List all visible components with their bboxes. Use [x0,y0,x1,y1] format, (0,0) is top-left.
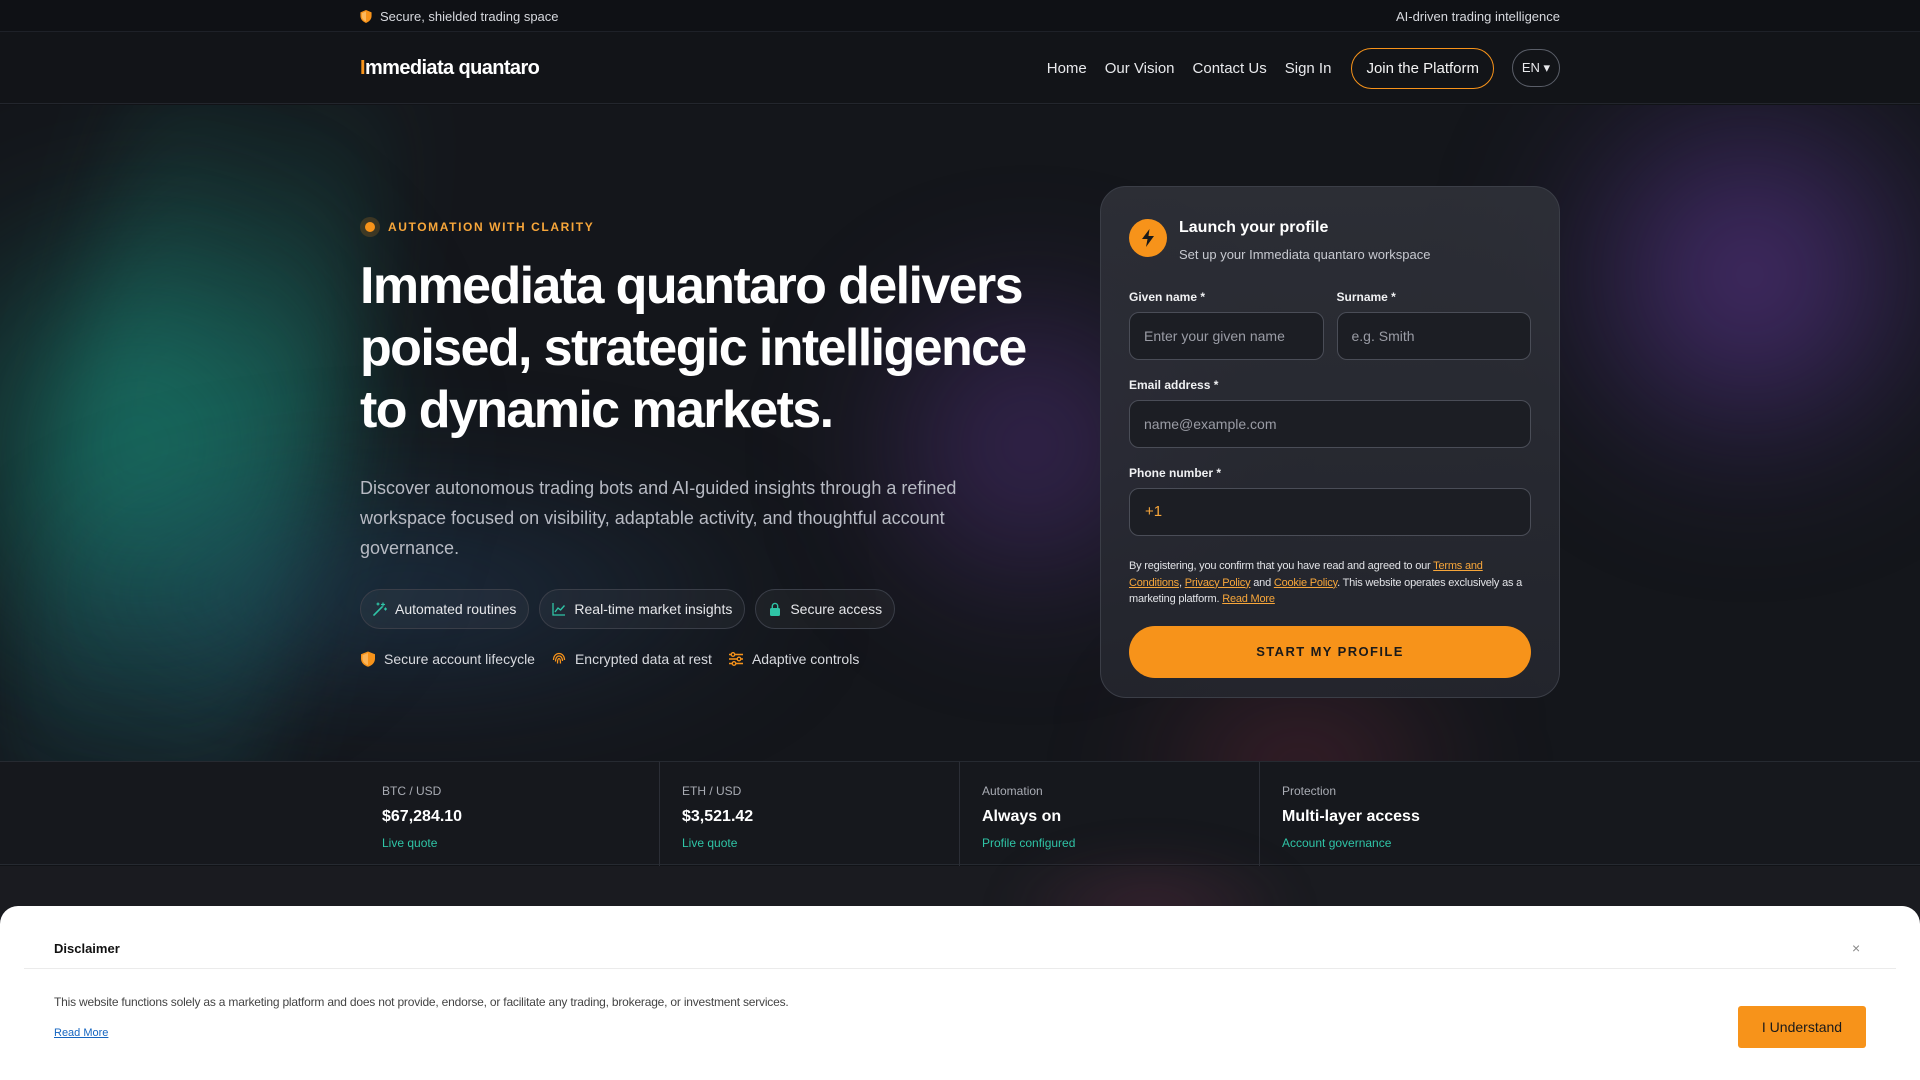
cookie-link[interactable]: Cookie Policy [1274,577,1337,589]
ticker-value: Always on [982,808,1062,825]
start-profile-button[interactable]: START MY PROFILE [1129,625,1531,678]
surname-label: Surname * [1336,290,1396,304]
ticker-note: Account governance [1282,836,1392,850]
email-input[interactable] [1129,400,1531,448]
chip-label: Real-time market insights [574,601,733,617]
nav-menu: Home Our Vision Contact Us Sign In Join … [1047,47,1560,89]
chip-market-insights: Real-time market insights [539,589,746,629]
disclaimer-banner: Disclaimer × This website functions sole… [0,906,1920,1080]
phone-field: +1 [1129,488,1531,536]
magic-wand-icon [373,602,387,616]
ticker-label: BTC / USD [382,784,442,798]
top-strip: Secure, shielded trading space AI-driven… [0,0,1920,32]
ticker-value: $3,521.42 [682,808,754,825]
nav-link-home[interactable]: Home [1047,60,1087,77]
lock-icon [770,602,781,616]
ticker-value: $67,284.10 [382,808,463,825]
hero-section: AUTOMATION WITH CLARITY Immediata quanta… [0,105,1920,761]
given-name-group: Given name * [1129,290,1324,360]
legal-prefix: By registering, you confirm that you hav… [1129,560,1434,572]
email-label: Email address * [1129,378,1219,392]
eyebrow: AUTOMATION WITH CLARITY [360,217,1080,237]
ticker-item: BTC / USD $67,284.10 Live quote [360,762,660,866]
sliders-icon [728,652,743,666]
surname-input[interactable] [1336,312,1531,360]
tagline: AI-driven trading intelligence [1395,8,1560,24]
brand-name: mmediata quantaro [364,56,540,79]
nav-link-sign-in[interactable]: Sign In [1285,60,1332,77]
shield-icon [361,651,375,667]
badge-label: Encrypted data at rest [574,651,712,667]
nav-link-our-vision[interactable]: Our Vision [1105,60,1175,77]
hero-glow-purple [1520,105,1920,505]
given-name-input[interactable] [1129,312,1324,360]
ticker-value: Multi-layer access [1282,808,1420,825]
badge-label: Adaptive controls [751,651,860,667]
ticker-label: Protection [1282,784,1337,798]
ticker-label: ETH / USD [682,784,742,798]
hero-headline: Immediata quantaro delivers poised, stra… [360,257,1027,439]
disclaimer-text: This website functions solely as a marke… [54,995,789,1009]
signup-card: Launch your profile Set up your Immediat… [1100,186,1560,698]
understand-button[interactable]: I Understand [1738,1006,1866,1048]
market-ticker: BTC / USD $67,284.10 Live quote ETH / US… [0,761,1920,866]
lightning-icon [1129,219,1167,257]
badge-secure-lifecycle: Secure account lifecycle [360,651,535,667]
badge-adaptive-controls: Adaptive controls [728,651,859,667]
ticker-item: Protection Multi-layer access Account go… [1260,762,1560,866]
shield-icon [360,9,372,23]
chip-label: Automated routines [395,601,517,617]
ticker-note: Live quote [682,836,738,850]
phone-label: Phone number * [1129,466,1222,480]
language-selector[interactable]: EN ▾ [1512,49,1560,87]
chip-secure-access: Secure access [755,589,896,629]
card-subtitle: Set up your Immediata quantaro workspace [1179,247,1431,262]
name-row: Given name * Surname * [1129,290,1531,360]
security-note: Secure, shielded trading space [360,9,559,24]
chip-automated-routines: Automated routines [360,589,530,629]
divider [24,968,1896,969]
navbar: Immediata quantaro Home Our Vision Conta… [0,32,1920,104]
close-icon[interactable]: × [1852,940,1860,956]
ticker-note: Live quote [382,836,438,850]
read-more-link[interactable]: Read More [1222,593,1275,605]
hero-content: AUTOMATION WITH CLARITY Immediata quanta… [360,217,1080,667]
disclaimer-title: Disclaimer [54,941,120,956]
phone-group: Phone number * +1 [1129,466,1531,536]
nav-link-contact-us[interactable]: Contact Us [1193,60,1267,77]
dot-icon [360,217,380,237]
legal-separator: and [1250,576,1274,589]
disclaimer-read-more-link[interactable]: Read More [54,1027,108,1039]
card-header: Launch your profile Set up your Immediat… [1129,215,1531,262]
ticker-label: Automation [982,784,1043,798]
brand-logo[interactable]: Immediata quantaro [360,56,540,80]
legal-consent: By registering, you confirm that you hav… [1129,558,1531,608]
badge-label: Secure account lifecycle [384,651,535,667]
join-platform-button[interactable]: Join the Platform [1351,47,1494,89]
eyebrow-text: AUTOMATION WITH CLARITY [388,220,595,234]
hero-subtext: Discover autonomous trading bots and AI-… [360,478,957,558]
chip-label: Secure access [790,601,883,617]
card-title: Launch your profile [1179,219,1329,236]
surname-group: Surname * [1336,290,1531,360]
feature-chips: Automated routines Real-time market insi… [360,589,1080,629]
phone-country-code[interactable]: +1 [1145,503,1162,520]
phone-input[interactable] [1129,488,1531,536]
email-group: Email address * [1129,378,1531,448]
badge-encrypted-data: Encrypted data at rest [551,651,712,667]
line-chart-icon [552,603,566,616]
trust-badges: Secure account lifecycle Encrypted data … [360,651,1080,667]
fingerprint-icon [552,652,566,664]
ticker-item: ETH / USD $3,521.42 Live quote [660,762,960,866]
security-note-text: Secure, shielded trading space [380,8,559,24]
given-name-label: Given name * [1129,290,1206,304]
privacy-link[interactable]: Privacy Policy [1185,577,1251,589]
